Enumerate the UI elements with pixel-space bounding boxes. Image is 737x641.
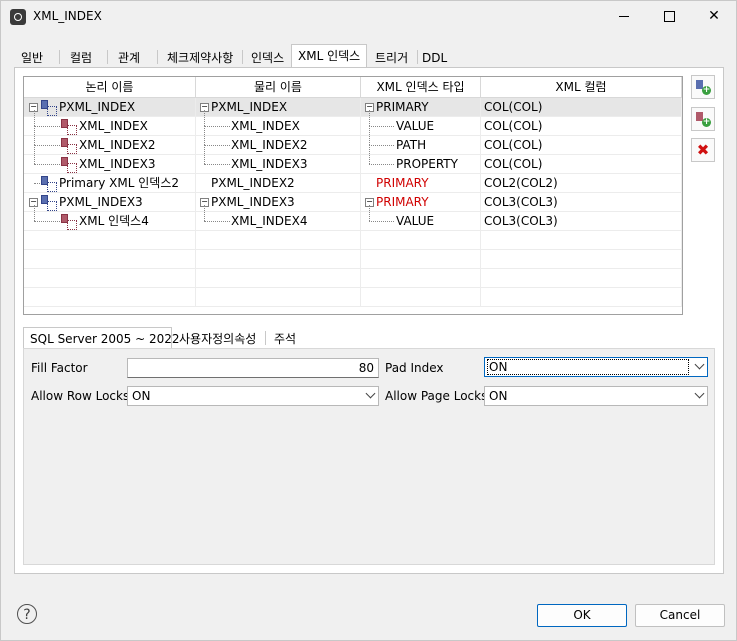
tab-indexes[interactable]: 인덱스 [244, 46, 291, 68]
cell-physical: PXML_INDEX [211, 100, 288, 114]
tab-triggers[interactable]: 트리거 [368, 46, 415, 68]
xml-index-grid[interactable]: 논리 이름 물리 이름 XML 인덱스 타입 XML 컬럼 − PXML_IND… [23, 76, 683, 315]
allow-page-locks-select[interactable]: ON [484, 386, 708, 406]
cell-column: COL3(COL3) [484, 195, 558, 209]
table-row[interactable]: XML 인덱스4 XML_INDEX4 VALUE COL3(COL3) [24, 205, 682, 231]
cell-physical: PXML_INDEX2 [211, 176, 295, 190]
minimize-icon [619, 15, 629, 17]
tab-sql-server[interactable]: SQL Server 2005 ~ 2022 [23, 327, 180, 349]
chevron-down-icon [694, 388, 705, 399]
fill-factor-input[interactable]: 80 [127, 358, 379, 378]
cell-physical: PXML_INDEX3 [211, 195, 295, 209]
delete-index-button[interactable]: ✖ [691, 138, 715, 162]
secondary-xml-index-icon [61, 157, 77, 173]
secondary-xml-index-icon [61, 214, 77, 230]
cell-type: PATH [396, 138, 427, 152]
cell-physical: XML_INDEX2 [231, 138, 308, 152]
col-header-type[interactable]: XML 인덱스 타입 [361, 77, 481, 98]
fill-factor-label: Fill Factor [31, 361, 88, 375]
close-icon: ✕ [708, 8, 720, 24]
tab-user-properties[interactable]: 사용자정의속성 [172, 327, 263, 349]
tab-comments[interactable]: 주석 [267, 327, 303, 349]
tab-general[interactable]: 일반 [14, 46, 50, 68]
cell-type: PRIMARY [376, 176, 429, 190]
allow-row-locks-label: Allow Row Locks [31, 389, 130, 403]
cell-physical: XML_INDEX [231, 119, 300, 133]
delete-icon: ✖ [696, 141, 710, 159]
cell-logical: XML_INDEX3 [79, 157, 156, 171]
tab-xml-indexes[interactable]: XML 인덱스 [291, 44, 367, 68]
dialog-window: XML_INDEX ✕ 일반 컬럼 관계 체크제약사항 인덱스 XML 인덱스 … [0, 0, 737, 641]
cell-logical: Primary XML 인덱스2 [59, 176, 180, 190]
plus-icon: + [702, 85, 711, 95]
help-icon[interactable]: ? [17, 604, 37, 624]
tab-check-constraints[interactable]: 체크제약사항 [160, 46, 240, 68]
maximize-icon [663, 10, 675, 22]
primary-xml-index-icon [41, 100, 57, 116]
table-row[interactable]: − PXML_INDEX − PXML_INDEX − PRIMARY COL(… [24, 98, 682, 117]
table-row[interactable]: XML_INDEX XML_INDEX VALUE COL(COL) [24, 110, 682, 136]
cell-column: COL(COL) [484, 138, 543, 152]
cell-type: VALUE [396, 119, 435, 133]
cell-type: PROPERTY [396, 157, 458, 171]
col-header-physical[interactable]: 물리 이름 [196, 77, 361, 98]
pad-index-select[interactable]: ON [484, 357, 708, 377]
cell-logical: XML_INDEX [79, 119, 148, 133]
col-header-logical[interactable]: 논리 이름 [24, 77, 196, 98]
cell-type: VALUE [396, 214, 435, 228]
tab-relations[interactable]: 관계 [111, 46, 147, 68]
maximize-button[interactable] [646, 1, 692, 33]
primary-xml-index-icon [41, 176, 57, 192]
cell-type: PRIMARY [376, 100, 429, 114]
close-button[interactable]: ✕ [691, 1, 737, 33]
add-primary-xml-index-button[interactable]: + [691, 75, 715, 99]
title-bar: XML_INDEX ✕ [1, 1, 736, 33]
allow-row-locks-select[interactable]: ON [127, 386, 379, 406]
tab-columns[interactable]: 컬럼 [63, 46, 99, 68]
cell-column: COL(COL) [484, 100, 543, 114]
app-icon [10, 9, 26, 25]
cell-column: COL2(COL2) [484, 176, 558, 190]
secondary-xml-index-icon [61, 138, 77, 154]
col-header-column[interactable]: XML 컬럼 [481, 77, 682, 98]
cell-type: PRIMARY [376, 195, 429, 209]
cell-logical: PXML_INDEX [59, 100, 136, 114]
minimize-button[interactable] [601, 1, 647, 33]
chevron-down-icon [365, 388, 376, 399]
empty-row [24, 231, 682, 250]
option-panel [23, 348, 715, 565]
cell-logical: XML_INDEX2 [79, 138, 156, 152]
empty-row [24, 288, 682, 307]
empty-row [24, 269, 682, 288]
pad-index-label: Pad Index [385, 361, 444, 375]
primary-xml-index-icon [41, 195, 57, 211]
cell-logical: XML 인덱스4 [79, 214, 149, 228]
cell-column: COL(COL) [484, 119, 543, 133]
table-row[interactable]: − PXML_INDEX3 − PXML_INDEX3 − PRIMARY CO… [24, 193, 682, 212]
window-title: XML_INDEX [33, 9, 102, 23]
add-secondary-xml-index-button[interactable]: + [691, 107, 715, 131]
cell-physical: XML_INDEX3 [231, 157, 308, 171]
cancel-button[interactable]: Cancel [635, 604, 725, 627]
plus-icon: + [702, 117, 711, 127]
cell-column: COL3(COL3) [484, 214, 558, 228]
cell-logical: PXML_INDEX3 [59, 195, 143, 209]
cell-physical: XML_INDEX4 [231, 214, 308, 228]
empty-row [24, 250, 682, 269]
table-row[interactable]: Primary XML 인덱스2 PXML_INDEX2 PRIMARY COL… [24, 174, 682, 193]
ok-button[interactable]: OK [537, 604, 627, 627]
chevron-down-icon [694, 359, 705, 370]
allow-page-locks-label: Allow Page Locks [385, 389, 488, 403]
table-row[interactable]: XML_INDEX2 XML_INDEX2 PATH COL(COL) [24, 126, 682, 155]
table-row[interactable]: XML_INDEX3 XML_INDEX3 PROPERTY COL(COL) [24, 145, 682, 174]
cell-column: COL(COL) [484, 157, 543, 171]
secondary-xml-index-icon [61, 119, 77, 135]
tab-ddl[interactable]: DDL [415, 46, 454, 68]
